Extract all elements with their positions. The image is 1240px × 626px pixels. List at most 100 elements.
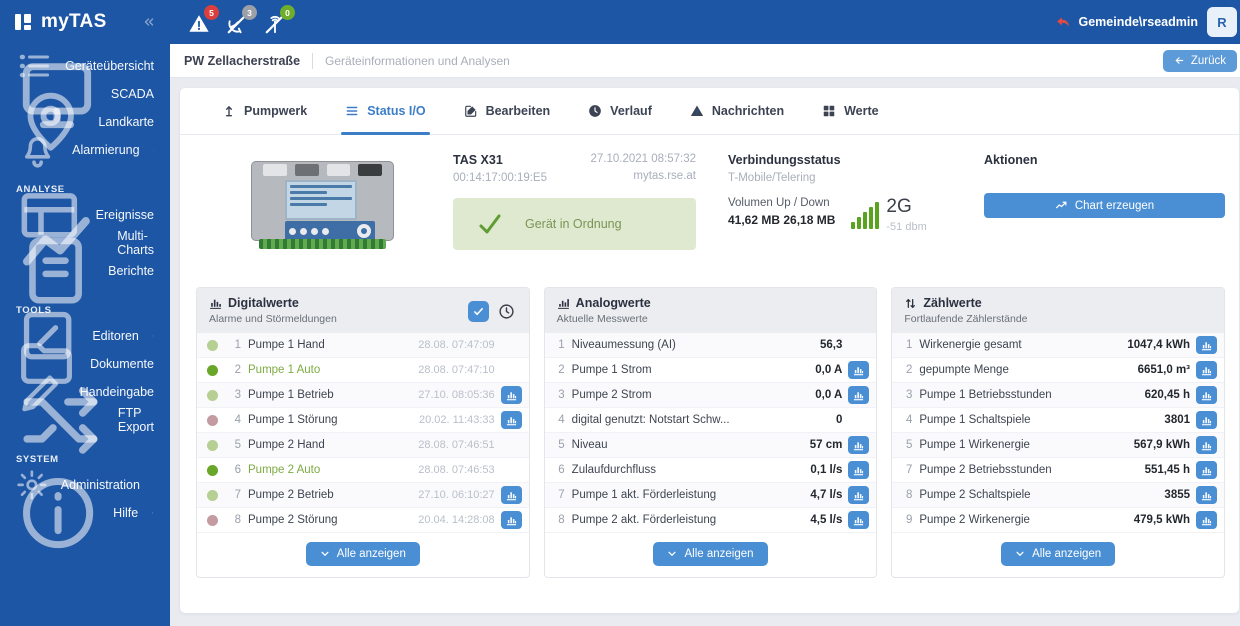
open-chart-button[interactable] bbox=[1196, 511, 1218, 529]
row-label: Wirkenergie gesamt bbox=[919, 339, 1022, 351]
chart-button-slot bbox=[1190, 511, 1218, 529]
warning-icon bbox=[690, 104, 704, 118]
panel-subtitle: Fortlaufende Zählerstände bbox=[904, 313, 1028, 325]
sidebar-logo-row: myTAS bbox=[0, 0, 170, 44]
shuffle-icon bbox=[16, 376, 105, 465]
row-value: 6651,0 m³ bbox=[1137, 364, 1191, 376]
connection-restored-button[interactable]: 0 bbox=[264, 5, 295, 35]
chart-button-slot bbox=[1190, 361, 1218, 379]
grid-icon bbox=[822, 104, 836, 118]
connection-title: Verbindungsstatus bbox=[728, 153, 841, 167]
device-model: TAS X31 bbox=[453, 153, 503, 167]
show-all-digital-button[interactable]: Alle anzeigen bbox=[305, 542, 420, 566]
panel-zaehlwerte: Zählwerte Fortlaufende Zählerstände 1 Wir… bbox=[891, 287, 1226, 578]
row-value: 0 bbox=[835, 414, 843, 426]
panel-title: Analogwerte bbox=[575, 296, 651, 310]
open-chart-button[interactable] bbox=[848, 361, 870, 379]
row-label: Pumpe 1 Betriebsstunden bbox=[919, 389, 1052, 401]
chart-button-slot bbox=[495, 511, 522, 529]
help-icon bbox=[16, 471, 100, 555]
content: Pumpwerk Status I/O Bearbeiten Verlauf Nachr… bbox=[170, 78, 1240, 626]
status-dot bbox=[207, 439, 218, 451]
bell-icon bbox=[16, 128, 59, 171]
show-all-counter-button[interactable]: Alle anzeigen bbox=[1001, 542, 1116, 566]
user-avatar-button[interactable]: R bbox=[1207, 7, 1237, 37]
open-chart-button[interactable] bbox=[848, 461, 870, 479]
chart-button-slot bbox=[1190, 336, 1218, 354]
connection-provider: T-Mobile/Telering bbox=[728, 172, 816, 184]
tab-pumpwerk[interactable]: Pumpwerk bbox=[222, 88, 307, 134]
row-timestamp: 27.10. 08:05:36 bbox=[418, 389, 495, 401]
row-value: 0,1 l/s bbox=[810, 464, 843, 476]
connection-lost-button[interactable]: 3 bbox=[226, 5, 257, 35]
tab-nachrichten[interactable]: Nachrichten bbox=[690, 88, 784, 134]
sidebar-item-label: Editoren bbox=[92, 329, 139, 343]
open-chart-button[interactable] bbox=[1196, 486, 1218, 504]
open-chart-button[interactable] bbox=[848, 511, 870, 529]
history-button[interactable] bbox=[496, 301, 517, 322]
row-number: 2 bbox=[558, 364, 565, 376]
last-contact-timestamp: 27.10.2021 08:57:32 bbox=[590, 153, 696, 165]
sidebar-item-berichte[interactable]: Berichte bbox=[0, 238, 170, 304]
open-chart-button[interactable] bbox=[1196, 361, 1218, 379]
open-chart-button[interactable] bbox=[1196, 461, 1218, 479]
open-chart-button[interactable] bbox=[848, 486, 870, 504]
chart-bar-icon bbox=[853, 515, 864, 526]
signal-bars-icon bbox=[851, 201, 880, 229]
digital-row: 8 Pumpe 2 Störung 20.04. 14:28:08 bbox=[197, 508, 529, 533]
chart-bar-icon bbox=[853, 440, 864, 451]
tab-werte[interactable]: Werte bbox=[822, 88, 879, 134]
value-panels: Digitalwerte Alarme und Störmeldungen 1P… bbox=[180, 271, 1239, 578]
device-info-section: TAS X31 00:14:17:00:19:E5 27.10.2021 08:… bbox=[180, 135, 1239, 271]
sidebar-item-label: Alarmierung bbox=[72, 143, 140, 157]
open-chart-button[interactable] bbox=[1196, 411, 1218, 429]
open-chart-button[interactable] bbox=[1196, 436, 1218, 454]
check-icon bbox=[475, 212, 505, 236]
sidebar-item-ftp-export[interactable]: FTP Export bbox=[0, 386, 170, 454]
row-timestamp: 28.08. 07:46:51 bbox=[418, 439, 495, 451]
status-dot bbox=[207, 414, 218, 426]
breadcrumb-divider bbox=[312, 52, 314, 69]
create-chart-button[interactable]: Chart erzeugen bbox=[984, 193, 1225, 218]
row-label: Pumpe 1 akt. Förderleistung bbox=[571, 489, 717, 501]
show-all-analog-button[interactable]: Alle anzeigen bbox=[653, 542, 768, 566]
row-value: 551,45 h bbox=[1144, 464, 1191, 476]
chart-button-slot bbox=[1190, 461, 1218, 479]
open-chart-button[interactable] bbox=[848, 386, 870, 404]
alarms-button[interactable]: 5 bbox=[188, 5, 219, 35]
edit-icon bbox=[464, 104, 478, 118]
row-label: Pumpe 2 Betrieb bbox=[248, 489, 334, 501]
chart-bar-icon bbox=[1201, 390, 1212, 401]
open-chart-button[interactable] bbox=[500, 386, 522, 404]
counter-row: 1 Wirkenergie gesamt 1047,4 kWh bbox=[892, 333, 1225, 358]
show-all-label: Alle anzeigen bbox=[1032, 548, 1102, 560]
row-label: Niveaumessung (AI) bbox=[571, 339, 676, 351]
bar-chart-icon bbox=[209, 297, 222, 310]
tab-label: Bearbeiten bbox=[485, 104, 551, 118]
back-button-label: Zurück bbox=[1190, 54, 1226, 67]
open-chart-button[interactable] bbox=[1196, 336, 1218, 354]
tab-label: Werte bbox=[844, 104, 879, 118]
row-number: 8 bbox=[234, 514, 241, 526]
back-button[interactable]: Zurück bbox=[1162, 49, 1237, 72]
digital-row: 3 Pumpe 1 Betrieb 27.10. 08:05:36 bbox=[197, 383, 529, 408]
open-chart-button[interactable] bbox=[500, 486, 522, 504]
line-chart-icon bbox=[1055, 199, 1068, 212]
acknowledge-all-button[interactable] bbox=[467, 300, 489, 322]
switch-back-user-icon[interactable] bbox=[1056, 15, 1070, 29]
create-chart-label: Chart erzeugen bbox=[1074, 199, 1155, 212]
sidebar-collapse-icon[interactable] bbox=[142, 15, 156, 29]
open-chart-button[interactable] bbox=[1196, 386, 1218, 404]
sidebar-item-hilfe[interactable]: Hilfe bbox=[0, 477, 170, 549]
open-chart-button[interactable] bbox=[500, 511, 522, 529]
tab-status-i-o[interactable]: Status I/O bbox=[341, 88, 430, 135]
alarm-count-badge: 3 bbox=[242, 5, 257, 20]
bar-chart-icon bbox=[557, 297, 570, 310]
digital-row: 7 Pumpe 2 Betrieb 27.10. 06:10:27 bbox=[197, 483, 529, 508]
open-chart-button[interactable] bbox=[500, 411, 522, 429]
tab-bearbeiten[interactable]: Bearbeiten bbox=[464, 88, 551, 134]
tab-verlauf[interactable]: Verlauf bbox=[588, 88, 652, 134]
open-chart-button[interactable] bbox=[848, 436, 870, 454]
chevron-right-icon bbox=[152, 331, 154, 341]
row-number: 1 bbox=[558, 339, 565, 351]
